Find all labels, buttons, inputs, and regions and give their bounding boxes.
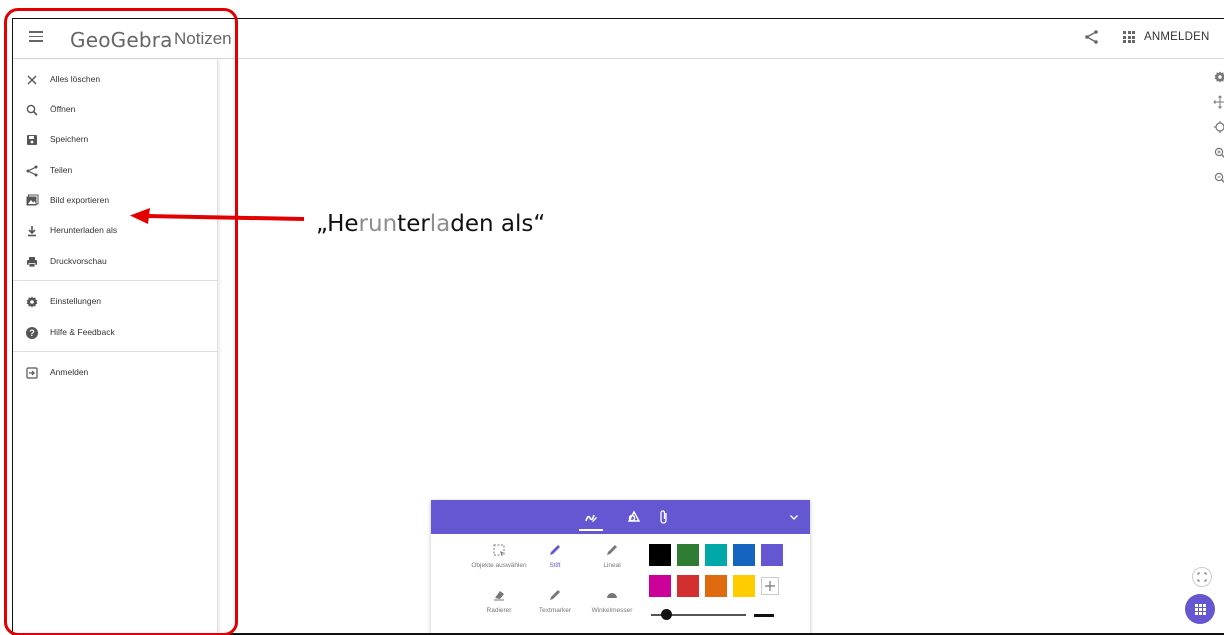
tools-fab-button[interactable] [1185,594,1215,624]
color-swatch-orange[interactable] [705,575,727,597]
highlighter-icon [550,590,560,600]
annotation-part: den als“ [450,211,546,237]
color-swatch-magenta[interactable] [649,575,671,597]
color-swatch-purple[interactable] [761,544,783,566]
stroke-width-preview [754,614,774,617]
annotation-part: „He [316,211,359,237]
attachment-tab-icon[interactable] [656,509,672,525]
tool-label: Winkelmesser [591,607,633,614]
annotation-arrow [130,208,305,224]
share-icon[interactable] [1083,28,1101,46]
chevron-down-icon[interactable] [788,511,800,523]
pen-tools-tab-icon[interactable] [583,509,599,525]
color-swatch-red[interactable] [677,575,699,597]
annotation-part: ter [397,211,430,237]
tool-ruler[interactable]: Lineal [582,543,642,583]
tool-select-objects[interactable]: Objekte auswählen [469,543,529,583]
tool-highlighter[interactable]: Textmarker [525,588,585,628]
settings-gear-icon[interactable] [1213,70,1224,84]
annotation-part: la [429,211,451,237]
eraser-icon [494,591,504,601]
tool-protractor[interactable]: Winkelmesser [582,588,642,628]
select-icon [493,544,505,556]
tool-label: Textmarker [538,607,572,614]
toolbox-tab-bar [431,500,810,534]
fullscreen-icon [1197,572,1207,582]
standard-view-icon[interactable] [1213,120,1224,134]
apps-grid-icon [1195,604,1206,615]
tool-label: Objekte auswählen [471,562,527,569]
tool-eraser[interactable]: Radierer [469,588,529,628]
color-swatch-teal[interactable] [705,544,727,566]
active-tab-indicator [579,529,603,531]
add-color-icon[interactable] [761,577,779,595]
apps-grid-icon[interactable] [1123,31,1135,43]
fullscreen-button[interactable] [1192,567,1212,587]
pen-icon [550,545,560,555]
color-swatch-blue[interactable] [733,544,755,566]
annotation-part: run [358,211,398,237]
ruler-icon [607,545,617,555]
highlight-box [4,8,238,635]
shapes-tab-icon[interactable] [626,509,642,525]
protractor-icon [607,593,617,598]
tool-pen[interactable]: Stift [525,543,585,583]
tool-label: Stift [549,562,561,569]
stroke-width-slider-knob[interactable] [661,609,672,620]
color-swatch-black[interactable] [649,544,671,566]
annotation-label: „Herunterladen als“ [316,211,545,237]
login-button[interactable]: ANMELDEN [1144,31,1210,43]
move-view-icon[interactable] [1213,95,1224,109]
color-swatch-green[interactable] [677,544,699,566]
tool-label: Radierer [486,607,512,614]
tool-label: Lineal [603,562,621,569]
zoom-in-icon[interactable] [1213,146,1224,160]
color-swatch-yellow[interactable] [733,575,755,597]
zoom-out-icon[interactable] [1213,171,1224,185]
